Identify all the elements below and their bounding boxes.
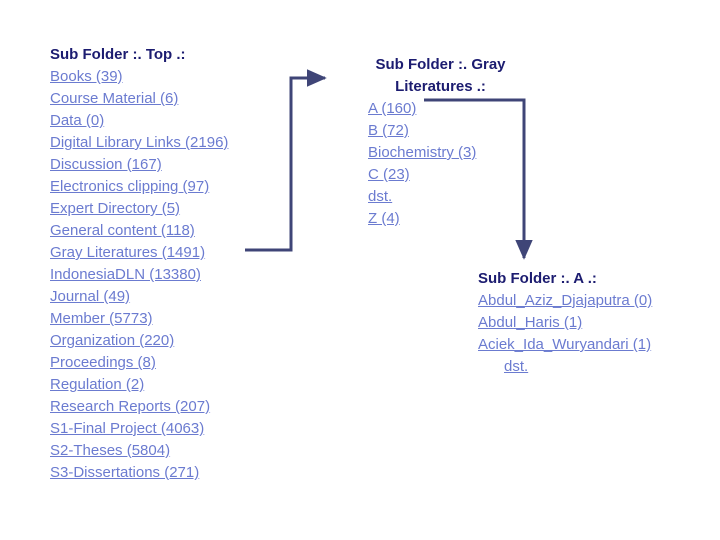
list-item: Abdul_Aziz_Djajaputra (0) [478, 290, 713, 312]
folder-link-electronics-clipping[interactable]: Electronics clipping (97) [50, 178, 209, 195]
list-item: C (23) [368, 164, 543, 186]
folder-link-indonesiadln[interactable]: IndonesiaDLN (13380) [50, 266, 201, 283]
folder-link-expert-directory[interactable]: Expert Directory (5) [50, 200, 180, 217]
list-item: Electronics clipping (97) [50, 176, 300, 198]
author-link-abdul-haris[interactable]: Abdul_Haris (1) [478, 314, 582, 331]
panel-top-heading: Sub Folder :. Top .: [50, 46, 186, 63]
panel-a-heading: Sub Folder :. A .: [478, 270, 597, 287]
list-item: Organization (220) [50, 330, 300, 352]
list-item: Aciek_Ida_Wuryandari (1) [478, 334, 713, 356]
panel-gray-literatures-item-list: A (160) B (72) Biochemistry (3) C (23) d… [368, 98, 543, 230]
diagram-canvas: Sub Folder :. Top .: Books (39) Course M… [0, 0, 720, 540]
panel-gray-literatures-heading: Sub Folder :. Gray Literatures .: [375, 56, 506, 95]
list-item: S3-Dissertations (271) [50, 462, 300, 484]
folder-link-course-material[interactable]: Course Material (6) [50, 90, 178, 107]
folder-link-organization[interactable]: Organization (220) [50, 332, 174, 349]
list-item: S2-Theses (5804) [50, 440, 300, 462]
folder-link-digital-library-links[interactable]: Digital Library Links (2196) [50, 134, 228, 151]
list-item: Course Material (6) [50, 88, 300, 110]
folder-link-general-content[interactable]: General content (118) [50, 222, 195, 239]
panel-sub-folder-a: Sub Folder :. A .: Abdul_Aziz_Djajaputra… [478, 268, 713, 378]
list-item: B (72) [368, 120, 543, 142]
folder-link-s1-final-project[interactable]: S1-Final Project (4063) [50, 420, 204, 437]
list-item: Abdul_Haris (1) [478, 312, 713, 334]
folder-link-biochemistry[interactable]: Biochemistry (3) [368, 144, 476, 161]
list-item: dst. [478, 356, 713, 378]
folder-link-research-reports[interactable]: Research Reports (207) [50, 398, 210, 415]
list-item: A (160) [368, 98, 543, 120]
list-item: Research Reports (207) [50, 396, 300, 418]
folder-link-z[interactable]: Z (4) [368, 210, 400, 227]
list-item: Books (39) [50, 66, 300, 88]
folder-link-s3-dissertations[interactable]: S3-Dissertations (271) [50, 464, 199, 481]
list-item: IndonesiaDLN (13380) [50, 264, 300, 286]
author-link-abdul-aziz-djajaputra[interactable]: Abdul_Aziz_Djajaputra (0) [478, 292, 652, 309]
list-item: Data (0) [50, 110, 300, 132]
list-item: Member (5773) [50, 308, 300, 330]
list-item: S1-Final Project (4063) [50, 418, 300, 440]
folder-link-gray-literatures[interactable]: Gray Literatures (1491) [50, 244, 205, 261]
folder-link-discussion[interactable]: Discussion (167) [50, 156, 162, 173]
folder-link-a[interactable]: A (160) [368, 100, 416, 117]
folder-link-books[interactable]: Books (39) [50, 68, 123, 85]
folder-link-s2-theses[interactable]: S2-Theses (5804) [50, 442, 170, 459]
folder-link-proceedings[interactable]: Proceedings (8) [50, 354, 156, 371]
list-item: dst. [368, 186, 543, 208]
panel-a-item-list: Abdul_Aziz_Djajaputra (0) Abdul_Haris (1… [478, 290, 713, 378]
list-item: Gray Literatures (1491) [50, 242, 300, 264]
list-item: Z (4) [368, 208, 543, 230]
folder-link-regulation[interactable]: Regulation (2) [50, 376, 144, 393]
list-item: Expert Directory (5) [50, 198, 300, 220]
list-item: Journal (49) [50, 286, 300, 308]
list-item: Biochemistry (3) [368, 142, 543, 164]
folder-link-journal[interactable]: Journal (49) [50, 288, 130, 305]
list-item: Regulation (2) [50, 374, 300, 396]
folder-link-dst[interactable]: dst. [368, 188, 392, 205]
panel-sub-folder-gray-literatures: Sub Folder :. Gray Literatures .: A (160… [338, 54, 543, 230]
list-item: General content (118) [50, 220, 300, 242]
panel-top-item-list: Books (39) Course Material (6) Data (0) … [50, 66, 300, 484]
folder-link-data[interactable]: Data (0) [50, 112, 104, 129]
author-link-dst[interactable]: dst. [504, 358, 528, 375]
list-item: Discussion (167) [50, 154, 300, 176]
folder-link-member[interactable]: Member (5773) [50, 310, 153, 327]
folder-link-c[interactable]: C (23) [368, 166, 410, 183]
list-item: Proceedings (8) [50, 352, 300, 374]
panel-sub-folder-top: Sub Folder :. Top .: Books (39) Course M… [50, 44, 300, 484]
folder-link-b[interactable]: B (72) [368, 122, 409, 139]
author-link-aciek-ida-wuryandari[interactable]: Aciek_Ida_Wuryandari (1) [478, 336, 651, 353]
list-item: Digital Library Links (2196) [50, 132, 300, 154]
